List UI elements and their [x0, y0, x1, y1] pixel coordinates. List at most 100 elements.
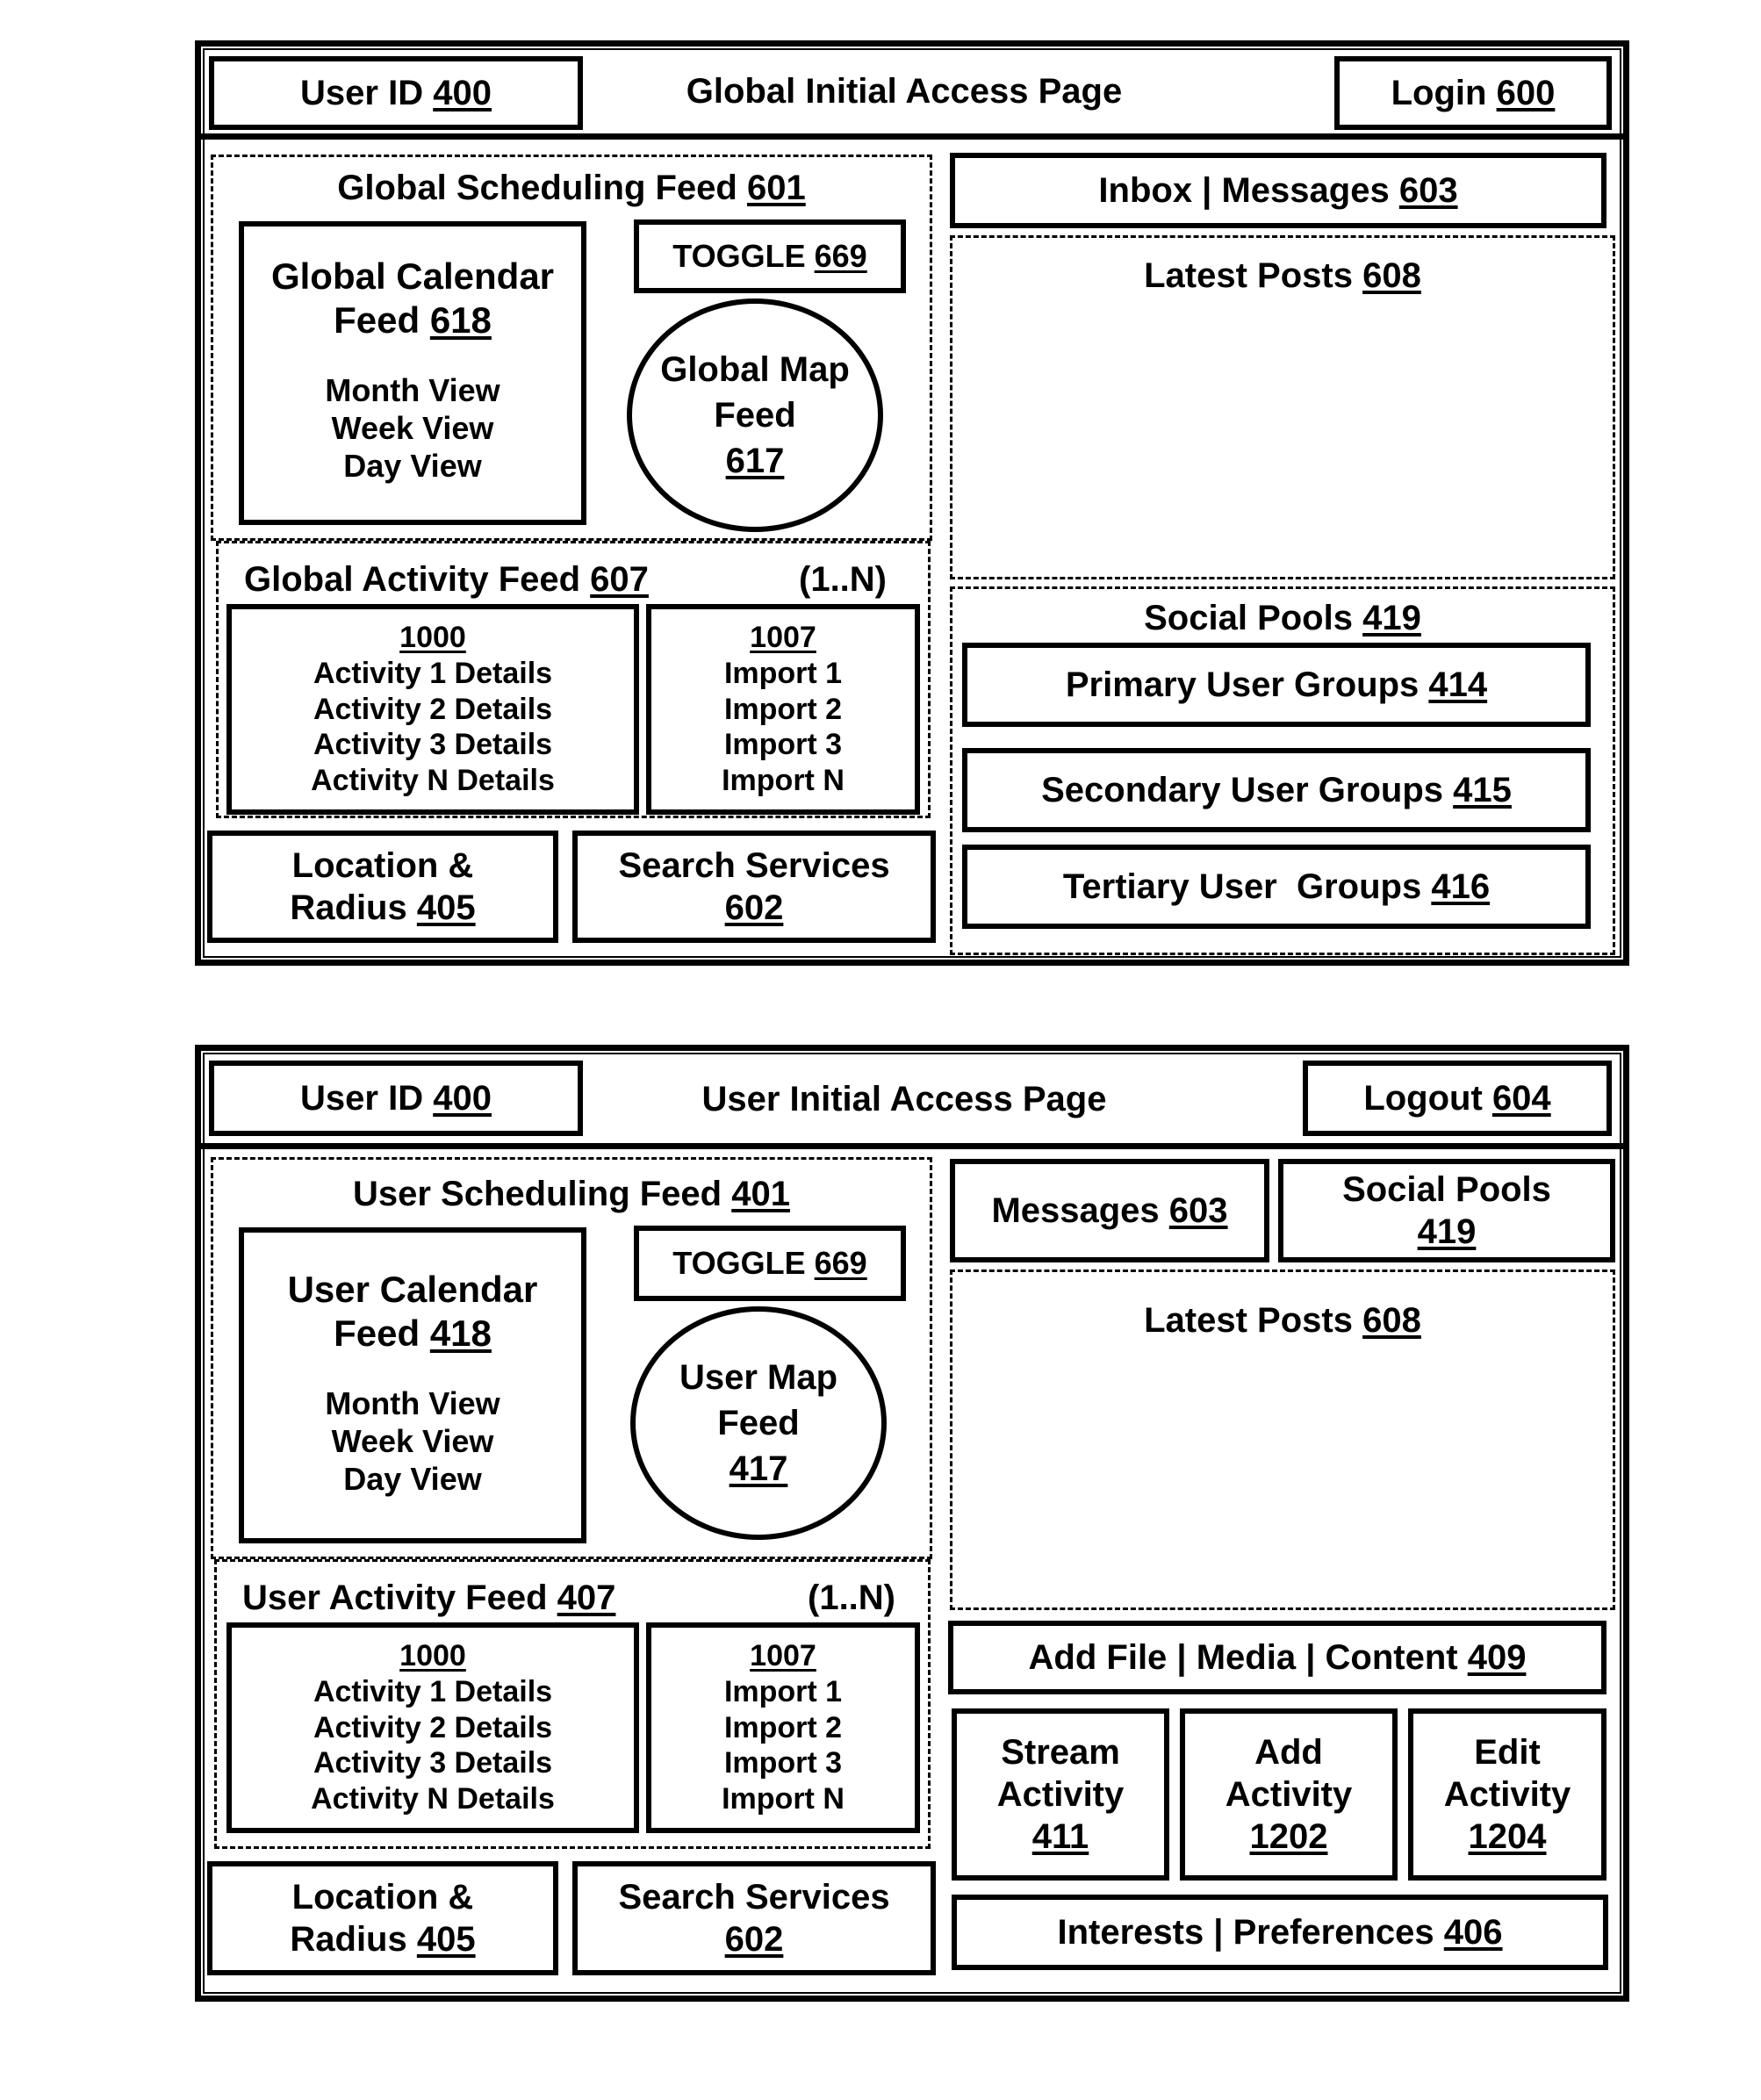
global-imports-list[interactable]: 1007 Import 1 Import 2 Import 3 Import N: [646, 604, 920, 815]
add-activity-line2: Activity: [1225, 1775, 1353, 1814]
user-latest-posts-title: Latest Posts 608: [950, 1299, 1615, 1341]
latest-posts-ref: 608: [1362, 1301, 1421, 1340]
map-feed-line2: Feed: [717, 1404, 800, 1442]
day-view-option[interactable]: Day View: [343, 1460, 481, 1498]
activity-feed-label: Global Activity Feed: [244, 560, 581, 599]
logout-label: Logout: [1363, 1079, 1483, 1118]
toggle-label: TOGGLE: [672, 238, 806, 275]
user-activity-feed-range: (1..N): [808, 1579, 895, 1617]
stream-activity-button[interactable]: Stream Activity 411: [952, 1708, 1169, 1881]
login-button[interactable]: Login 600: [1334, 56, 1612, 130]
add-file-label: Add File | Media | Content: [1028, 1638, 1458, 1677]
activity-item[interactable]: Activity 2 Details: [313, 1710, 552, 1746]
location-line2: Radius: [290, 1920, 407, 1959]
messages-ref: 603: [1168, 1191, 1228, 1230]
map-feed-ref: 417: [729, 1449, 788, 1488]
interests-label: Interests | Preferences: [1057, 1913, 1434, 1952]
global-inbox-messages-button[interactable]: Inbox | Messages 603: [950, 153, 1606, 228]
logout-ref: 604: [1491, 1079, 1551, 1118]
global-user-id-box[interactable]: User ID 400: [209, 56, 583, 130]
social-pools-ref: 419: [1417, 1212, 1477, 1251]
location-ref: 405: [416, 1920, 476, 1959]
social-pools-label: Social Pools: [1144, 599, 1353, 637]
import-item[interactable]: Import 2: [724, 1710, 842, 1746]
imports-ref: 1007: [750, 1639, 816, 1672]
search-line1: Search Services: [618, 846, 890, 885]
user-location-radius-button[interactable]: Location & Radius 405: [207, 1861, 558, 1975]
edit-activity-button[interactable]: Edit Activity 1204: [1408, 1708, 1606, 1881]
user-imports-list[interactable]: 1007 Import 1 Import 2 Import 3 Import N: [646, 1622, 920, 1833]
primary-groups-ref: 414: [1428, 665, 1488, 704]
import-item[interactable]: Import 1: [724, 656, 842, 692]
calendar-feed-ref: 418: [429, 1312, 492, 1355]
secondary-user-groups-button[interactable]: Secondary User Groups 415: [962, 748, 1591, 832]
user-map-feed[interactable]: User Map Feed 417: [630, 1306, 887, 1540]
location-line1: Location &: [291, 846, 474, 885]
activity-item[interactable]: Activity 3 Details: [313, 1745, 552, 1781]
activity-item[interactable]: Activity N Details: [311, 1781, 555, 1817]
tertiary-user-groups-button[interactable]: Tertiary User Groups 416: [962, 845, 1591, 929]
global-activities-list[interactable]: 1000 Activity 1 Details Activity 2 Detai…: [226, 604, 639, 815]
import-item[interactable]: Import 3: [724, 1745, 842, 1781]
import-item[interactable]: Import 3: [724, 727, 842, 763]
activity-item[interactable]: Activity 3 Details: [313, 727, 552, 763]
add-file-media-content-button[interactable]: Add File | Media | Content 409: [948, 1621, 1606, 1694]
logout-button[interactable]: Logout 604: [1303, 1061, 1612, 1136]
edit-activity-line1: Edit: [1474, 1733, 1541, 1772]
add-activity-button[interactable]: Add Activity 1202: [1180, 1708, 1398, 1881]
activity-item[interactable]: Activity N Details: [311, 763, 555, 799]
user-toggle-button[interactable]: TOGGLE 669: [634, 1226, 906, 1301]
week-view-option[interactable]: Week View: [332, 409, 494, 447]
month-view-option[interactable]: Month View: [325, 371, 500, 409]
global-location-radius-button[interactable]: Location & Radius 405: [207, 831, 558, 943]
global-activity-feed-title: Global Activity Feed 607: [244, 558, 649, 601]
global-calendar-feed[interactable]: Global Calendar Feed 618 Month View Week…: [239, 221, 586, 525]
user-messages-button[interactable]: Messages 603: [950, 1159, 1269, 1262]
location-line1: Location &: [291, 1878, 474, 1917]
interests-preferences-button[interactable]: Interests | Preferences 406: [952, 1895, 1608, 1970]
user-social-pools-button[interactable]: Social Pools 419: [1278, 1159, 1615, 1262]
calendar-feed-title-line2: Feed: [334, 299, 420, 342]
activity-feed-label: User Activity Feed: [242, 1579, 548, 1617]
import-item[interactable]: Import N: [722, 763, 845, 799]
import-item[interactable]: Import N: [722, 1781, 845, 1817]
month-view-option[interactable]: Month View: [325, 1384, 500, 1422]
global-latest-posts-title: Latest Posts 608: [950, 255, 1615, 297]
latest-posts-ref: 608: [1362, 256, 1421, 295]
user-calendar-feed[interactable]: User Calendar Feed 418 Month View Week V…: [239, 1227, 586, 1543]
secondary-groups-ref: 415: [1453, 771, 1512, 809]
stream-activity-ref: 411: [1031, 1817, 1089, 1856]
user-search-services-button[interactable]: Search Services 602: [572, 1861, 936, 1975]
search-ref: 602: [724, 888, 784, 927]
stream-activity-line1: Stream: [1001, 1733, 1120, 1772]
activity-item[interactable]: Activity 2 Details: [313, 692, 552, 728]
activity-item[interactable]: Activity 1 Details: [313, 1674, 552, 1710]
location-ref: 405: [416, 888, 476, 927]
import-item[interactable]: Import 2: [724, 692, 842, 728]
latest-posts-label: Latest Posts: [1144, 256, 1353, 295]
global-toggle-button[interactable]: TOGGLE 669: [634, 219, 906, 293]
scheduling-feed-label: User Scheduling Feed: [353, 1175, 722, 1213]
primary-groups-label: Primary User Groups: [1065, 665, 1420, 704]
activity-feed-ref: 407: [557, 1579, 616, 1617]
global-map-feed[interactable]: Global Map Feed 617: [627, 298, 883, 532]
calendar-feed-title-line1: User Calendar: [287, 1269, 538, 1310]
activities-ref: 1000: [399, 1639, 466, 1672]
location-line2: Radius: [290, 888, 407, 927]
user-user-id-box[interactable]: User ID 400: [209, 1061, 583, 1136]
calendar-feed-ref: 618: [429, 299, 492, 342]
login-ref: 600: [1496, 74, 1556, 112]
global-search-services-button[interactable]: Search Services 602: [572, 831, 936, 943]
toggle-label: TOGGLE: [672, 1245, 806, 1282]
user-activities-list[interactable]: 1000 Activity 1 Details Activity 2 Detai…: [226, 1622, 639, 1833]
social-pools-label: Social Pools: [1342, 1170, 1551, 1209]
tertiary-groups-ref: 416: [1431, 867, 1491, 906]
login-label: Login: [1391, 74, 1487, 112]
day-view-option[interactable]: Day View: [343, 447, 481, 485]
user-page-title: User Initial Access Page: [701, 1080, 1107, 1118]
primary-user-groups-button[interactable]: Primary User Groups 414: [962, 643, 1591, 727]
map-feed-ref: 617: [725, 442, 785, 480]
activity-item[interactable]: Activity 1 Details: [313, 656, 552, 692]
import-item[interactable]: Import 1: [724, 1674, 842, 1710]
week-view-option[interactable]: Week View: [332, 1422, 494, 1460]
